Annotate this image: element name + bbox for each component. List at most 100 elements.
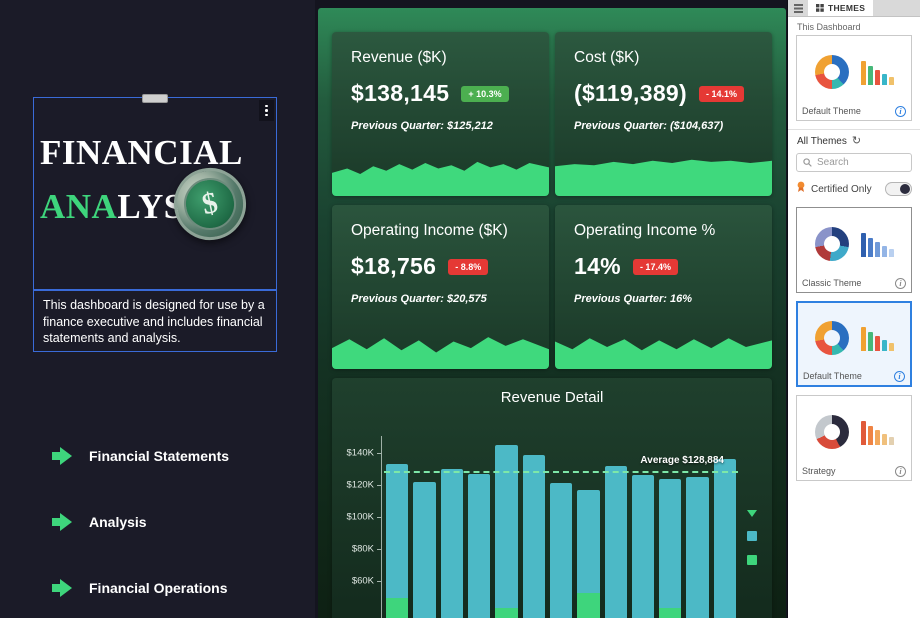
revenue-detail-chart[interactable]: Revenue Detail $140K$120K$100K$80K$60K A…: [332, 378, 772, 618]
certified-only-label: Certified Only: [811, 184, 880, 195]
bar-chart-icon: [861, 231, 894, 257]
legend-swatch-secondary[interactable]: [747, 555, 757, 565]
sparkline-chart: [332, 152, 549, 196]
info-icon[interactable]: i: [895, 278, 906, 289]
donut-chart-icon: [815, 321, 849, 355]
bar-column-8[interactable]: [577, 490, 599, 618]
kpi-title: Operating Income %: [574, 222, 753, 240]
kpi-value: 14%: [574, 253, 621, 280]
search-input[interactable]: [817, 157, 905, 168]
theme-name: Classic Theme: [802, 278, 861, 288]
theme-name: Default Theme: [802, 106, 861, 116]
grid-icon: [816, 0, 824, 17]
dashboard-canvas: Revenue ($K) $138,145 + 10.3% Previous Q…: [318, 8, 786, 618]
bar-secondary-segment: [386, 598, 408, 618]
green-arrow-icon: [52, 513, 72, 531]
kpi-title: Cost ($K): [574, 49, 753, 67]
info-icon[interactable]: i: [895, 106, 906, 117]
bar-column-6[interactable]: [523, 455, 545, 618]
panel-tabstrip: THEMES: [788, 0, 920, 17]
revenue-plot: $140K$120K$100K$80K$60K Average $128,884: [340, 418, 764, 618]
kpi-card-operating-income[interactable]: Operating Income ($K) $18,756 - 8.8% Pre…: [332, 205, 549, 369]
donut-chart-icon: [815, 55, 849, 89]
y-axis: $140K$120K$100K$80K$60K: [340, 418, 384, 618]
left-sidebar: FINANCIAL ANALYSIS $ This dashboard is d…: [0, 0, 315, 618]
average-line: [384, 471, 738, 473]
bar-secondary-segment: [577, 593, 599, 618]
kpi-value: $18,756: [351, 253, 436, 280]
bar-column-1[interactable]: [386, 464, 408, 618]
bars: [386, 418, 736, 618]
bar-column-2[interactable]: [413, 482, 435, 618]
bar-chart-icon: [861, 59, 894, 85]
bar-column-11[interactable]: [659, 479, 681, 618]
legend-swatch-primary[interactable]: [747, 531, 757, 541]
themes-panel: THEMES This Dashboard Default Theme i Al…: [787, 0, 920, 618]
certified-only-toggle[interactable]: [885, 182, 912, 196]
kpi-title: Revenue ($K): [351, 49, 530, 67]
app-window: FINANCIAL ANALYSIS $ This dashboard is d…: [0, 0, 920, 618]
tab-themes-label: THEMES: [828, 3, 865, 13]
bar-column-7[interactable]: [550, 483, 572, 618]
sparkline-chart: [555, 325, 772, 369]
refresh-icon[interactable]: ↻: [852, 136, 861, 147]
sparkline-chart: [555, 152, 772, 196]
y-axis-tick-label: $120K: [340, 480, 374, 491]
green-arrow-icon: [52, 579, 72, 597]
bar-column-13[interactable]: [714, 459, 736, 618]
kebab-menu-button[interactable]: [259, 100, 274, 121]
nav-item-financial-statements[interactable]: Financial Statements: [0, 443, 315, 469]
bar-chart-icon: [861, 325, 894, 351]
bar-secondary-segment: [659, 608, 681, 618]
drag-handle[interactable]: [142, 94, 168, 103]
section-all-themes: All Themes: [797, 136, 847, 147]
green-arrow-icon: [52, 447, 72, 465]
nav-item-analysis[interactable]: Analysis: [0, 509, 315, 535]
logo-widget[interactable]: FINANCIAL ANALYSIS $: [33, 97, 277, 290]
kpi-card-operating-income-pct[interactable]: Operating Income % 14% - 17.4% Previous …: [555, 205, 772, 369]
kpi-card-cost[interactable]: Cost ($K) ($119,389) - 14.1% Previous Qu…: [555, 32, 772, 196]
theme-card-classic[interactable]: Classic Theme i: [796, 207, 912, 293]
tab-themes[interactable]: THEMES: [808, 0, 873, 16]
y-axis-tick-label: $80K: [340, 544, 374, 555]
theme-card-strategy[interactable]: Strategy i: [796, 395, 912, 481]
layers-icon[interactable]: [788, 0, 808, 16]
y-axis-tick-label: $140K: [340, 448, 374, 459]
bar-column-4[interactable]: [468, 474, 490, 618]
y-axis-tick-label: $60K: [340, 576, 374, 587]
bar-column-9[interactable]: [605, 466, 627, 618]
theme-name: Default Theme: [803, 371, 862, 381]
donut-chart-icon: [815, 227, 849, 261]
sparkline-chart: [332, 325, 549, 369]
kpi-value: $138,145: [351, 80, 449, 107]
nav-label: Analysis: [89, 514, 147, 530]
bar-chart-icon: [861, 419, 894, 445]
medal-icon: [796, 180, 806, 198]
section-this-dashboard: This Dashboard: [788, 17, 920, 35]
theme-card-default[interactable]: Default Theme i: [796, 301, 912, 387]
y-axis-line: [381, 436, 382, 618]
kpi-grid: Revenue ($K) $138,145 + 10.3% Previous Q…: [318, 8, 786, 369]
kpi-delta-badge: + 10.3%: [461, 86, 508, 102]
kpi-card-revenue[interactable]: Revenue ($K) $138,145 + 10.3% Previous Q…: [332, 32, 549, 196]
legend-scroll-down-icon[interactable]: [747, 510, 757, 517]
nav-label: Financial Statements: [89, 448, 229, 464]
info-icon[interactable]: i: [894, 371, 905, 382]
theme-name: Strategy: [802, 466, 836, 476]
kpi-previous: Previous Quarter: 16%: [574, 293, 753, 305]
kpi-previous: Previous Quarter: ($104,637): [574, 120, 753, 132]
description-widget[interactable]: This dashboard is designed for use by a …: [33, 290, 277, 352]
info-icon[interactable]: i: [895, 466, 906, 477]
bar-column-12[interactable]: [686, 477, 708, 618]
theme-search[interactable]: [796, 153, 912, 172]
nav-label: Financial Operations: [89, 580, 227, 596]
kpi-delta-badge: - 17.4%: [633, 259, 678, 275]
kpi-previous: Previous Quarter: $20,575: [351, 293, 530, 305]
bar-column-3[interactable]: [441, 469, 463, 618]
nav-item-financial-operations[interactable]: Financial Operations: [0, 575, 315, 601]
bar-secondary-segment: [495, 608, 517, 618]
kpi-value: ($119,389): [574, 80, 687, 107]
current-theme-card[interactable]: Default Theme i: [796, 35, 912, 121]
bar-column-10[interactable]: [632, 475, 654, 618]
donut-chart-icon: [815, 415, 849, 449]
